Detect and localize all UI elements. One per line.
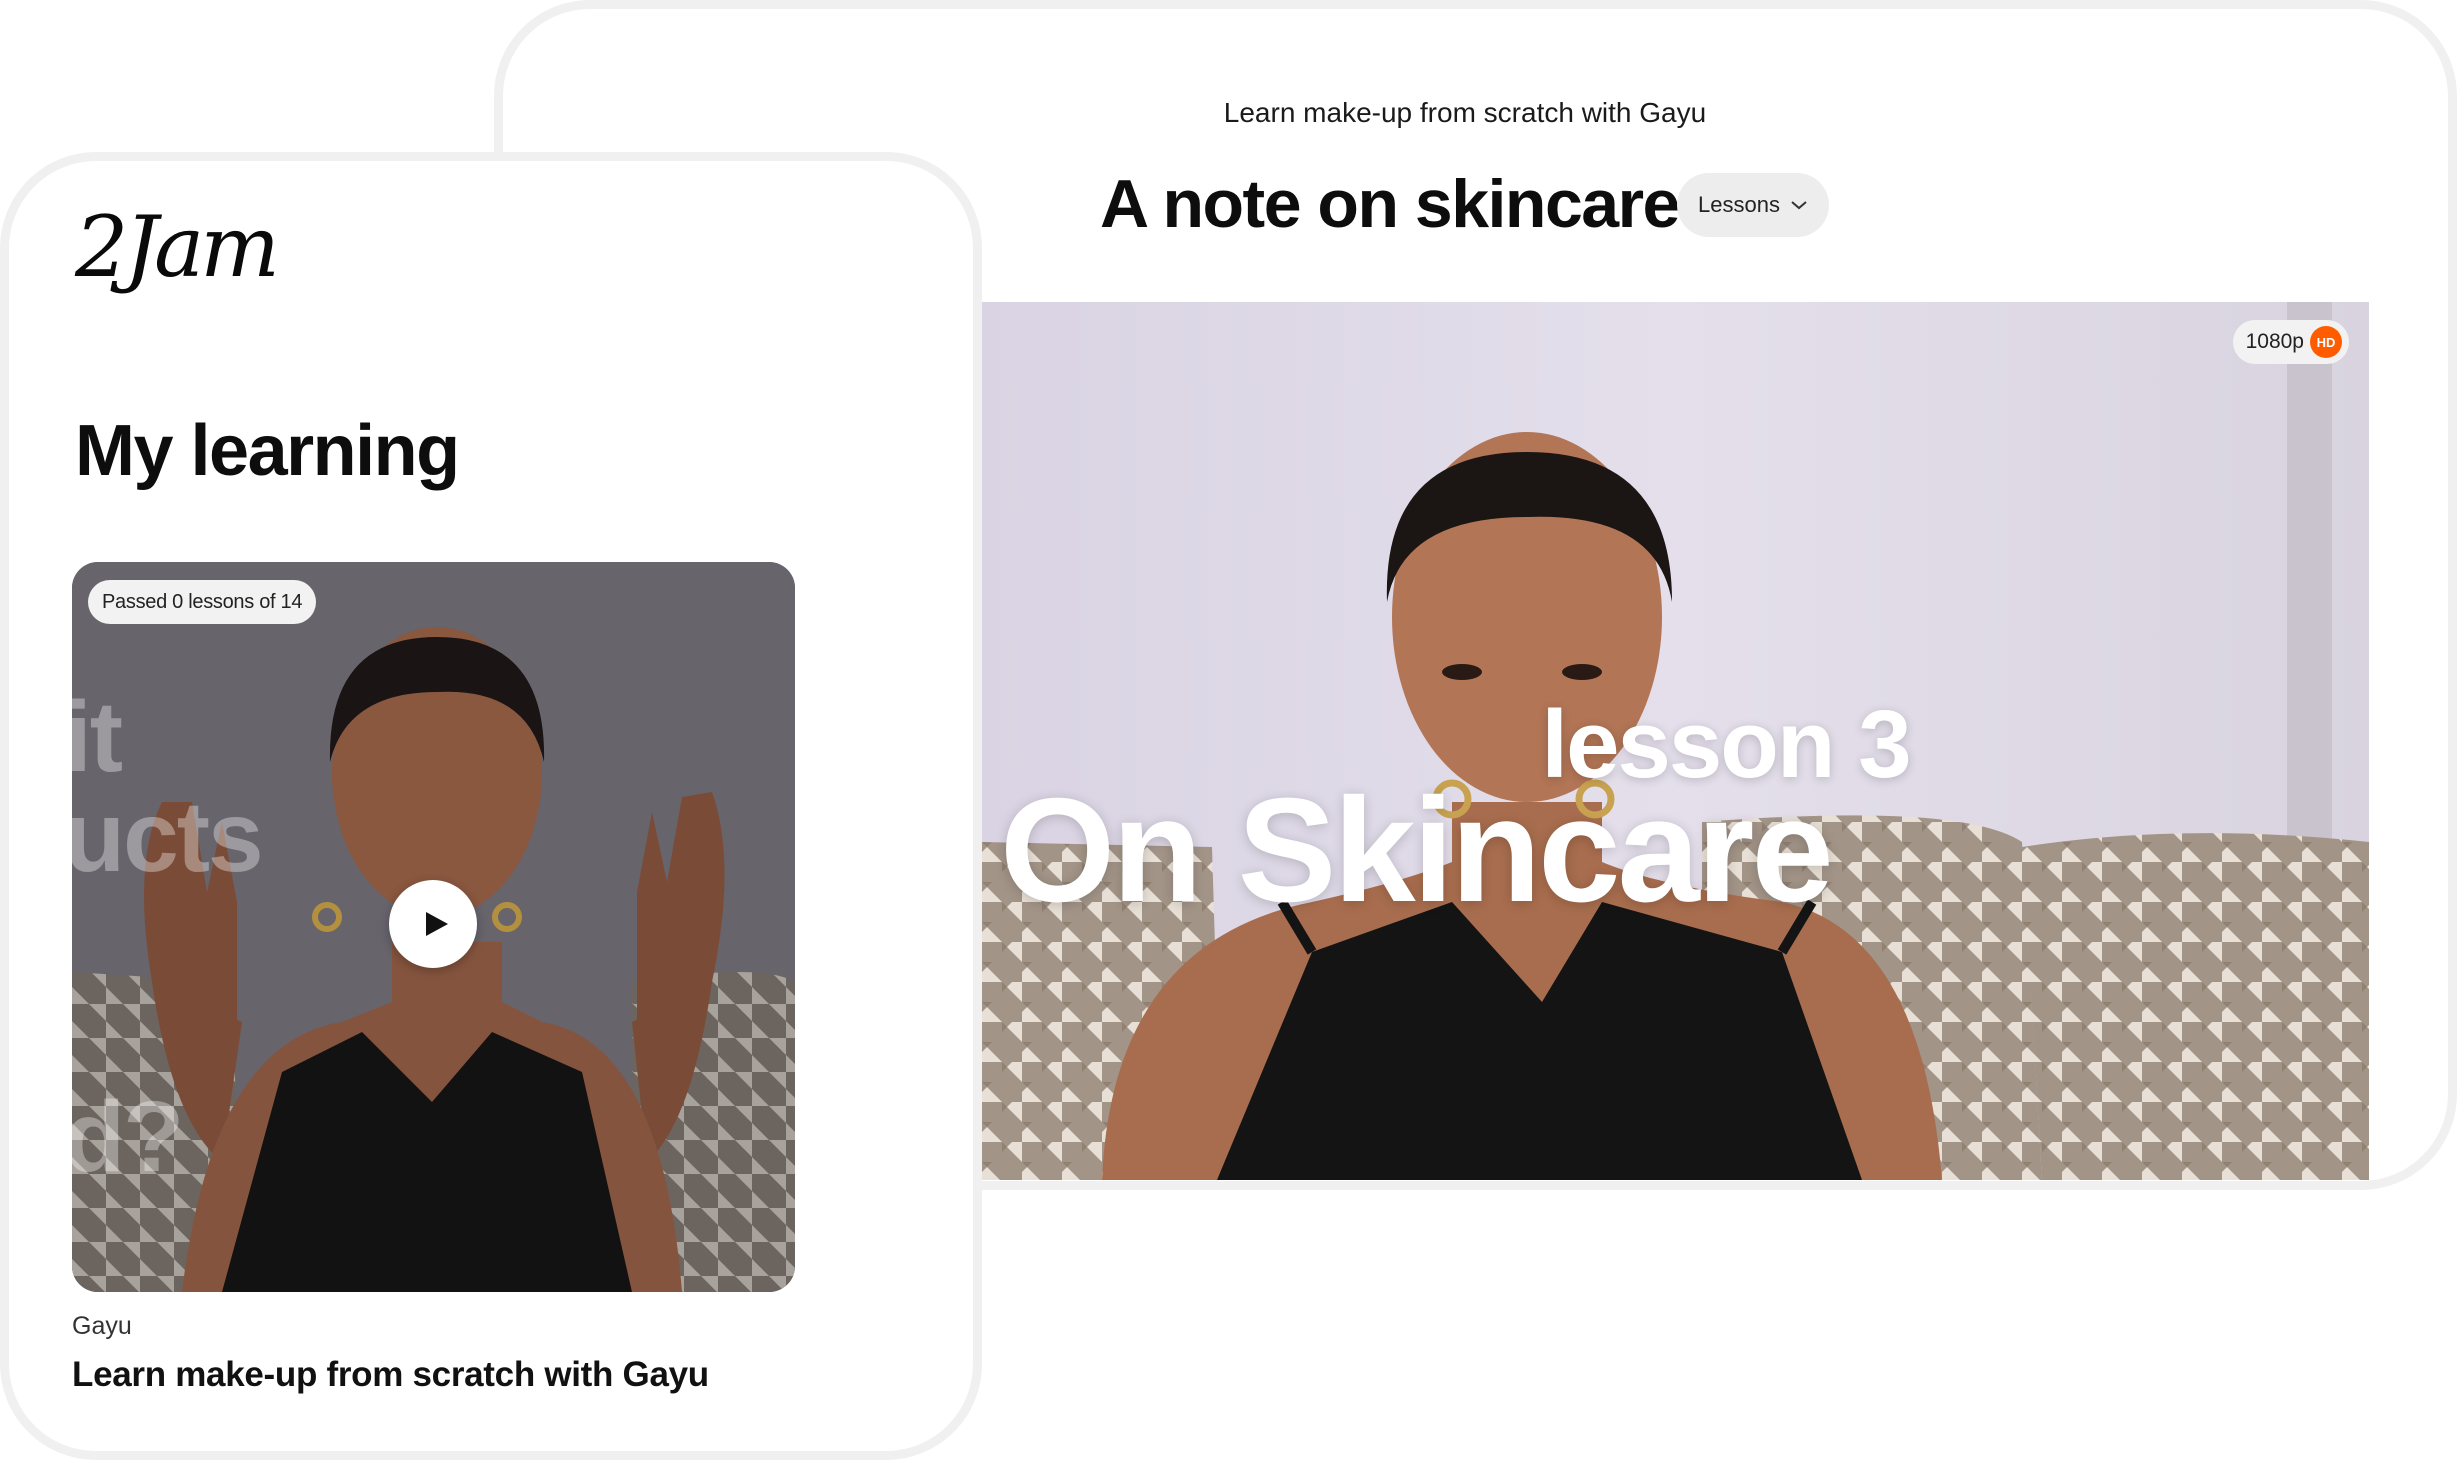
course-title-link[interactable]: Learn make-up from scratch with Gayu [72, 1355, 709, 1395]
thumbnail-ghost-text-top: it [72, 681, 123, 793]
play-icon [426, 912, 448, 936]
video-overlay-lesson-name: On Skincare [1000, 768, 1834, 933]
lesson-title: A note on skincare [1100, 166, 1680, 242]
course-author[interactable]: Gayu [72, 1312, 132, 1341]
lesson-video[interactable]: 1080p HD lesson 3 On Skincare [982, 302, 2369, 1180]
lesson-progress-badge: Passed 0 lessons of 14 [88, 580, 317, 624]
chevron-down-icon [1791, 201, 1807, 210]
page-title: My learning [75, 411, 460, 491]
course-subtitle: Learn make-up from scratch with Gayu [1223, 97, 1707, 128]
resolution-badge[interactable]: 1080p HD [2232, 320, 2349, 364]
thumbnail-ghost-text-bottom: d? [72, 1081, 184, 1193]
brand-logo[interactable]: 2Jam [75, 198, 280, 296]
lessons-dropdown[interactable]: Lessons [1677, 173, 1829, 237]
resolution-label: 1080p [2245, 330, 2304, 353]
hd-badge: HD [2310, 326, 2342, 358]
course-thumbnail[interactable]: it ucts d? Passed 0 lessons of 14 [72, 562, 795, 1292]
lessons-dropdown-label: Lessons [1698, 192, 1780, 217]
thumbnail-ghost-text-mid: ucts [72, 781, 264, 893]
play-button[interactable] [389, 880, 477, 968]
